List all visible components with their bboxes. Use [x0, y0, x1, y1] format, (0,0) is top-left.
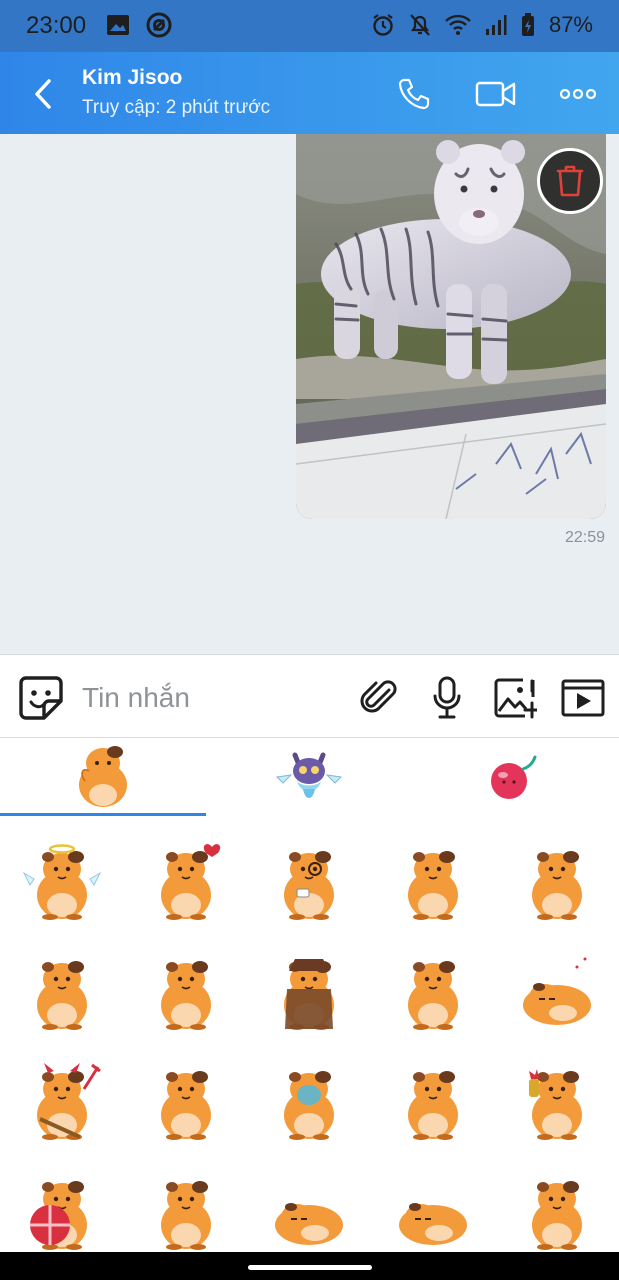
sticker-grid: [0, 826, 619, 1266]
video-call-icon: [475, 81, 516, 107]
phone-icon: [398, 78, 430, 110]
hamster-pack-icon: [79, 745, 127, 807]
hamster-laughing-icon: [408, 1071, 459, 1140]
sticker-drinking[interactable]: [495, 1046, 619, 1156]
home-gesture-handle[interactable]: [248, 1265, 372, 1270]
hamster-detective-icon: [284, 959, 335, 1030]
hamster-fallen-icon: [399, 1203, 468, 1245]
sticker-monocle-tea[interactable]: [248, 826, 372, 936]
attach-button[interactable]: [356, 675, 402, 721]
sticker-detective[interactable]: [248, 936, 372, 1046]
hamster-reaching-icon: [160, 1181, 211, 1250]
signal-icon: [485, 15, 507, 35]
hamster-angel-icon: [22, 844, 102, 920]
alarm-icon: [373, 14, 393, 36]
chat-area[interactable]: 22:59: [0, 134, 619, 654]
battery-percent: 87%: [548, 12, 593, 37]
status-bar: 23:00 87%: [0, 0, 619, 52]
sticker-laughing[interactable]: [371, 1046, 495, 1156]
status-time: 23:00: [26, 12, 87, 39]
hamster-shocked-icon: [36, 961, 87, 1030]
sticker-shy[interactable]: [495, 826, 619, 936]
voice-record-button[interactable]: [424, 675, 470, 721]
sticker-thinking[interactable]: [371, 826, 495, 936]
sticker-icon: [19, 676, 63, 720]
message-input-bar: [0, 654, 619, 738]
cherry-pack-icon: [491, 755, 537, 799]
battery-icon: [521, 13, 534, 36]
sticker-fallen[interactable]: [371, 1156, 495, 1266]
hamster-hands-up-icon: [408, 961, 459, 1030]
back-button[interactable]: [26, 74, 60, 114]
sticker-back-turned[interactable]: [124, 936, 248, 1046]
message-input[interactable]: [82, 675, 342, 721]
back-icon: [35, 79, 51, 109]
sticker-pack-tabs: [0, 738, 619, 816]
image-icon: [107, 15, 129, 35]
sticker-lying[interactable]: [248, 1156, 372, 1266]
hamster-standing-icon: [532, 1181, 583, 1250]
sticker-button[interactable]: [18, 675, 64, 721]
hamster-sleeping-icon: [523, 957, 592, 1025]
hamster-love-heart-icon: [160, 844, 220, 920]
call-button[interactable]: [394, 74, 434, 114]
more-options-button[interactable]: [558, 74, 598, 114]
contact-status: Truy cập: 2 phút trước: [82, 97, 271, 118]
microphone-icon: [433, 676, 461, 719]
sticker-panel: [0, 738, 619, 1252]
sticker-gift[interactable]: [0, 1156, 124, 1266]
wifi-icon: [445, 14, 471, 35]
sticker-love-heart[interactable]: [124, 826, 248, 936]
ghost-cat-pack-icon: [275, 752, 343, 798]
hamster-back-turned-icon: [160, 961, 211, 1030]
sticker-hands-up[interactable]: [371, 936, 495, 1046]
at-sign-icon: [146, 12, 172, 38]
media-player-icon: [561, 679, 605, 717]
hamster-monocle-tea-icon: [284, 851, 335, 920]
sticker-pack-tab-hamster[interactable]: [0, 738, 206, 816]
paperclip-icon: [360, 680, 397, 713]
sticker-angel[interactable]: [0, 826, 124, 936]
chat-header: Kim Jisoo Truy cập: 2 phút trước: [0, 52, 619, 134]
sticker-face-mask[interactable]: [248, 1046, 372, 1156]
image-picker-button[interactable]: [492, 675, 538, 721]
hamster-thinking-icon: [408, 851, 459, 920]
hamster-drinking-icon: [529, 1069, 583, 1140]
sticker-pack-tab-cherry[interactable]: [412, 738, 618, 816]
hamster-lying-icon: [275, 1203, 344, 1245]
navigation-bar: [0, 1252, 619, 1280]
bell-off-icon: [410, 14, 430, 36]
hamster-shy-icon: [532, 851, 583, 920]
message-time: 22:59: [564, 529, 605, 546]
add-image-icon: [494, 678, 537, 719]
sticker-devil[interactable]: [0, 1046, 124, 1156]
contact-name[interactable]: Kim Jisoo: [82, 66, 182, 90]
video-call-button[interactable]: [474, 74, 518, 114]
hamster-devil-icon: [36, 1063, 101, 1140]
hamster-face-mask-icon: [284, 1071, 335, 1140]
sticker-sleeping[interactable]: [495, 936, 619, 1046]
sticker-reaching[interactable]: [124, 1156, 248, 1266]
sticker-pack-tab-ghost-cat[interactable]: [206, 738, 412, 816]
hamster-gift-icon: [29, 1181, 87, 1250]
sticker-sitting-back[interactable]: [124, 1046, 248, 1156]
hamster-sitting-back-icon: [160, 1071, 211, 1140]
trash-icon: [556, 165, 584, 197]
sticker-shocked[interactable]: [0, 936, 124, 1046]
delete-message-button[interactable]: [537, 148, 603, 214]
sticker-standing[interactable]: [495, 1156, 619, 1266]
media-button[interactable]: [560, 675, 606, 721]
more-icon: [560, 88, 596, 100]
